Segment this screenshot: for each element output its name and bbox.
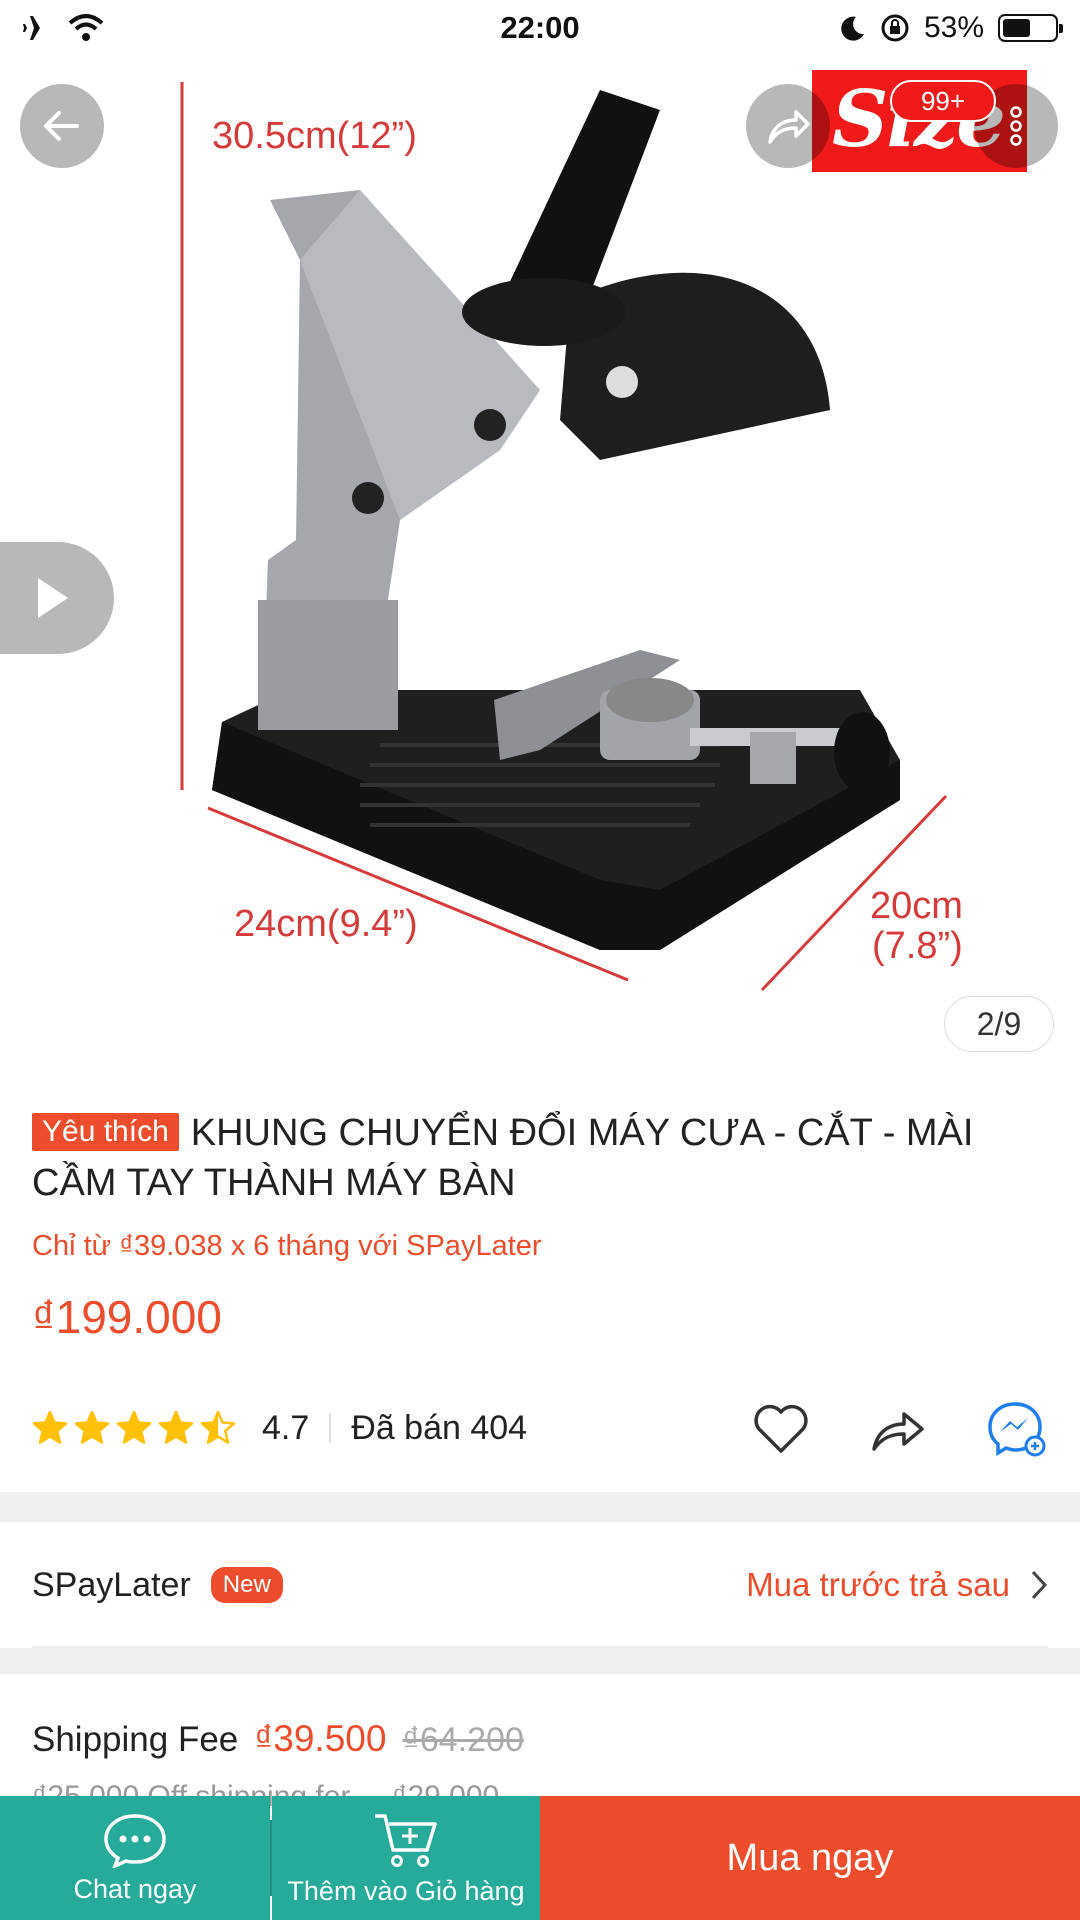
back-button[interactable] [20,84,104,168]
cart-count-badge[interactable]: 99+ [890,80,996,122]
spaylater-link-text: Mua trước trả sau [746,1566,1010,1603]
section-gap [0,1492,1080,1522]
star-icon [200,1410,236,1444]
moon-icon [841,16,864,41]
rating-stars[interactable] [32,1410,236,1446]
add-to-cart-label: Thêm vào Giỏ hàng [287,1875,525,1906]
product-price: ₫199.000 [32,1291,222,1343]
buy-now-label: Mua ngay [726,1836,894,1879]
spaylater-link[interactable]: Mua trước trả sau [746,1566,1048,1604]
wifi-icon [68,14,104,41]
share-icon[interactable] [868,1403,928,1455]
section-gap [0,1648,1080,1674]
star-icon [74,1410,110,1444]
status-time: 22:00 [500,10,580,45]
spaylater-row[interactable]: SPayLater New Mua trước trả sau [0,1522,1080,1648]
heart-icon[interactable] [752,1403,810,1455]
star-icon [158,1410,194,1444]
rating-value: 4.7 [262,1408,310,1447]
chat-button[interactable]: Chat ngay [0,1796,270,1920]
battery-percent: 53% [923,11,984,44]
airplane-icon [23,16,52,40]
dimension-width-label: 20cm [870,885,963,927]
battery-icon [998,14,1063,42]
rating-divider [329,1413,332,1443]
rating-row: 4.7 Đã bán 404 [32,1400,1048,1458]
play-icon [38,578,68,618]
image-counter: 2/9 [944,996,1054,1052]
dimension-length-label: 24cm(9.4”) [234,903,418,945]
dimension-width-inch-label: (7.8”) [872,925,963,967]
battery-level [1003,19,1030,37]
share-button-top[interactable] [746,84,830,168]
rotation-lock-icon [881,14,909,42]
chevron-right-icon [1031,1570,1048,1600]
more-vertical-icon [1010,106,1022,146]
spaylater-label: SPayLater [32,1565,191,1604]
bottom-action-bar: Chat ngay Thêm vào Giỏ hàng Mua ngay [0,1796,1080,1920]
chat-button-label: Chat ngay [73,1873,197,1904]
arrow-left-icon [44,111,79,141]
dimension-height-label: 30.5cm(12”) [212,115,417,157]
star-icon [32,1410,68,1444]
favorite-tag: Yêu thích [32,1113,179,1151]
add-to-cart-button[interactable]: Thêm vào Giỏ hàng [272,1796,540,1920]
paylater-installment-note[interactable]: Chỉ từ ₫39.038 x 6 tháng với SPayLater [32,1230,542,1263]
shipping-row[interactable]: Shipping Fee ₫39.500 ₫64.200 ₫25.000 Off… [0,1674,1080,1813]
play-video-button[interactable] [0,542,114,654]
share-icon [768,110,810,144]
sold-count: Đã bán 404 [351,1408,528,1447]
product-title: Yêu thích KHUNG CHUYỂN ĐỔI MÁY CƯA - CẮT … [32,1108,1052,1208]
star-icon [116,1410,152,1444]
cart-plus-icon [375,1813,437,1867]
shipping-label: Shipping Fee [32,1720,239,1759]
product-image-gallery[interactable]: 30.5cm(12”) 24cm(9.4”) 20cm (7.8”) 99+ 2… [0,0,1080,1060]
buy-now-button[interactable]: Mua ngay [540,1796,1080,1920]
status-bar: 22:00 53% [0,0,1080,56]
shipping-price: ₫39.500 [254,1718,387,1759]
messenger-icon[interactable] [986,1400,1048,1458]
shipping-old-price: ₫64.200 [402,1721,524,1759]
new-badge: New [210,1567,283,1603]
chat-bubble-icon [104,1813,166,1868]
